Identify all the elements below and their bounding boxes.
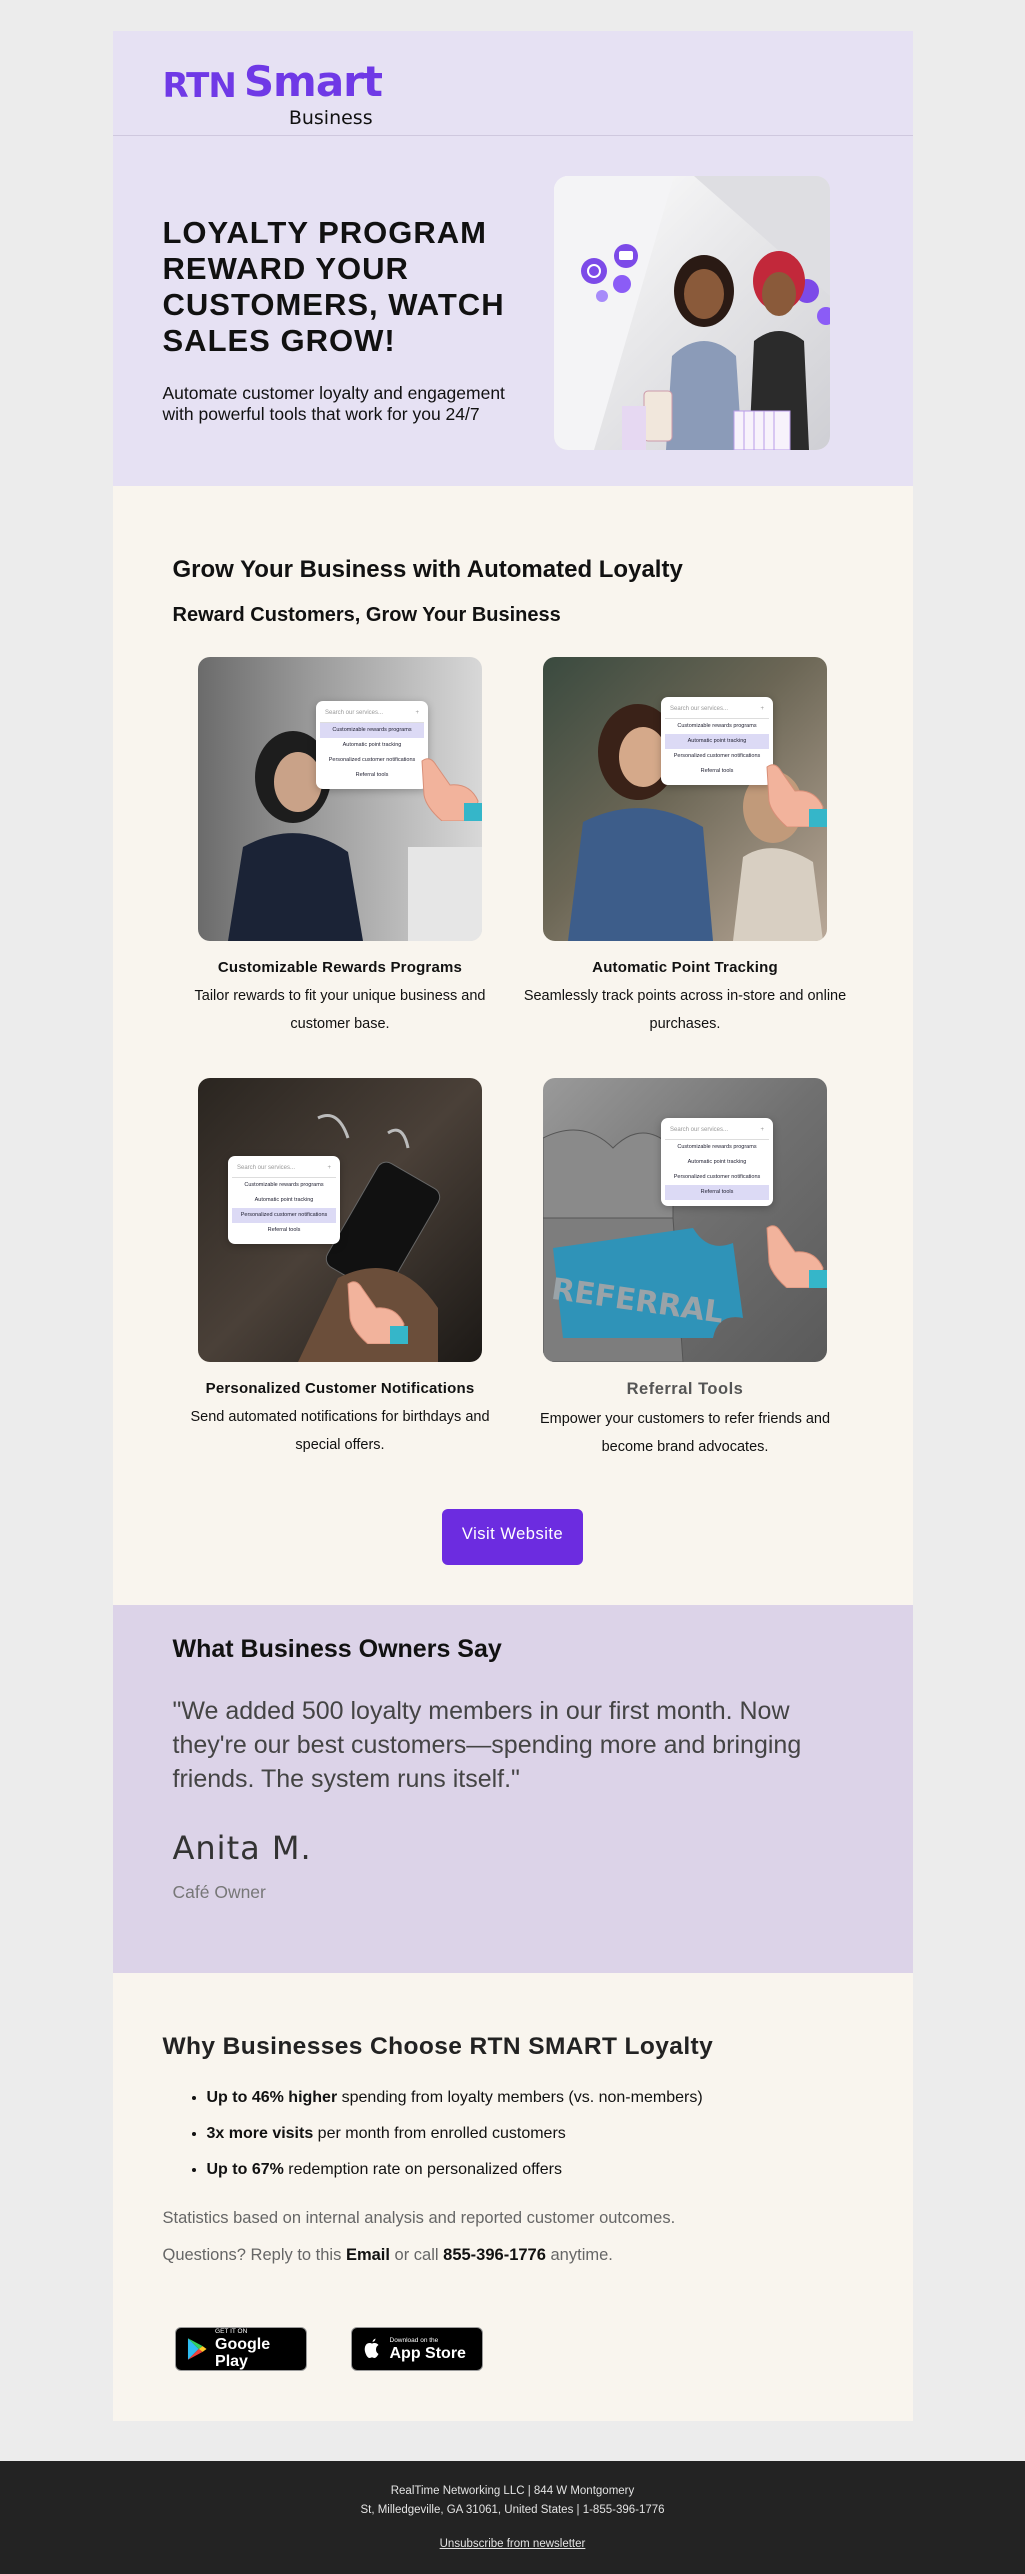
feature-desc: Tailor rewards to fit your unique busine… (194, 988, 486, 1032)
why-section: Why Businesses Choose RTN SMART Loyalty … (112, 1973, 913, 2421)
pointing-hand-icon (421, 758, 482, 821)
mock-item: Referral tools (665, 1185, 769, 1200)
mock-item: Customizable rewards programs (320, 723, 424, 738)
testimonial-quote: "We added 500 loyalty members in our fir… (172, 1697, 802, 1793)
footer-address-line2: St, Milledgeville, GA 31061, United Stat… (360, 2504, 665, 2516)
feature-card-rewards: Search our services... + Customizable rew… (168, 657, 513, 1038)
testimonial-author: Anita M. (172, 1829, 312, 1867)
mock-item: Automatic point tracking (254, 1197, 314, 1203)
feature-desc: Empower your customers to refer friends … (539, 1411, 831, 1455)
features-grid: Search our services... + Customizable rew… (168, 657, 913, 1501)
stat-item: Up to 67% redemption rate on personalize… (207, 2161, 913, 2179)
pointing-hand-icon (766, 764, 827, 827)
google-play-small-text: GET IT ON (215, 2328, 248, 2335)
mock-item: Personalized customer notifications (328, 757, 416, 763)
hero-title: LOYALTY PROGRAM REWARD YOUR CUSTOMERS, W… (162, 215, 505, 358)
email-link[interactable]: Email (346, 2246, 390, 2264)
feature-title: Referral Tools (626, 1380, 744, 1398)
hero-subtitle: Automate customer loyalty and engagement… (162, 383, 505, 424)
pointing-hand-icon (766, 1225, 827, 1288)
mock-search-text: Search our services... (325, 710, 384, 716)
google-play-icon (187, 2338, 207, 2360)
mock-item: Referral tools (700, 768, 734, 774)
contact-text: or call (389, 2246, 444, 2264)
features-subheading: Reward Customers, Grow Your Business (172, 604, 561, 626)
mock-search-text: Search our services... (670, 1127, 729, 1133)
google-play-badge[interactable]: GET IT ON Google Play (174, 2327, 307, 2371)
feature-card-notifications: Search our services... + Customizable rew… (168, 1078, 513, 1461)
feature-image-rewards: Search our services... + Customizable rew… (198, 657, 482, 941)
feature-title: Personalized Customer Notifications (205, 1380, 475, 1397)
plus-icon: + (760, 1127, 764, 1133)
logo-rtn-text: RTN (162, 66, 237, 106)
feature-title: Customizable Rewards Programs (217, 959, 463, 976)
visit-website-button[interactable]: Visit Website (442, 1509, 583, 1565)
logo-business-text: Business (288, 107, 373, 129)
feature-card-referral: REFERRAL Search our services... + Customi… (513, 1078, 858, 1461)
plus-icon: + (327, 1165, 331, 1171)
feature-image-referral: REFERRAL Search our services... + Customi… (543, 1078, 827, 1362)
why-heading: Why Businesses Choose RTN SMART Loyalty (162, 2033, 714, 2060)
unsubscribe-link[interactable]: Unsubscribe from newsletter (0, 2538, 1025, 2550)
app-store-badge[interactable]: Download on the App Store (350, 2327, 483, 2371)
features-section: Grow Your Business with Automated Loyalt… (112, 486, 913, 1605)
mock-item: Customizable rewards programs (677, 723, 757, 729)
stat-highlight: Up to 46% higher (206, 2089, 338, 2106)
app-store-badges: GET IT ON Google Play Download on the Ap… (174, 2327, 913, 2371)
stat-text: redemption rate on personalized offers (283, 2161, 562, 2178)
feature-title: Automatic Point Tracking (592, 959, 778, 976)
apple-icon (364, 2338, 378, 2358)
logo-smart-text: Smart Business (244, 61, 383, 130)
mock-item: Personalized customer notifications (673, 753, 761, 759)
mock-search-text: Search our services... (237, 1165, 296, 1171)
mock-item: Automatic point tracking (687, 1159, 747, 1165)
phone-link[interactable]: 855-396-1776 (443, 2246, 546, 2264)
testimonial-section: What Business Owners Say "We added 500 l… (112, 1605, 913, 1973)
feature-image-notifications: Search our services... + Customizable rew… (198, 1078, 482, 1362)
features-heading: Grow Your Business with Automated Loyalt… (172, 556, 683, 583)
cta-row: Visit Website (113, 1501, 913, 1585)
mock-search-text: Search our services... (670, 706, 729, 712)
mock-item: Customizable rewards programs (244, 1182, 324, 1188)
stat-item: Up to 46% higher spending from loyalty m… (207, 2089, 913, 2107)
stat-highlight: 3x more visits (206, 2125, 314, 2142)
mock-item: Referral tools (355, 772, 389, 778)
email-container: RTN Smart Business LOYALTY PROGRAM REWAR… (112, 31, 913, 2421)
mock-item: Customizable rewards programs (677, 1144, 757, 1150)
contact-text: anytime. (545, 2246, 613, 2264)
mock-item: Personalized customer notifications (673, 1174, 761, 1180)
feature-desc: Seamlessly track points across in-store … (523, 988, 847, 1032)
hero-image-shoppers (553, 176, 830, 450)
contact-line: Questions? Reply to this Email or call 8… (163, 2246, 913, 2265)
contact-text: Questions? Reply to this (162, 2246, 346, 2264)
stats-note: Statistics based on internal analysis an… (162, 2209, 676, 2227)
footer-address-line1: RealTime Networking LLC | 844 W Montgome… (390, 2485, 635, 2497)
hero-section: LOYALTY PROGRAM REWARD YOUR CUSTOMERS, W… (112, 136, 913, 486)
plus-icon: + (760, 706, 764, 712)
testimonial-heading: What Business Owners Say (172, 1635, 502, 1663)
app-store-small-text: Download on the (389, 2336, 439, 2344)
feature-image-point-tracking: Search our services... + Customizable rew… (543, 657, 827, 941)
feature-card-point-tracking: Search our services... + Customizable rew… (513, 657, 858, 1038)
email-header: RTN Smart Business (112, 31, 913, 136)
pointing-hand-icon (347, 1281, 408, 1344)
rtn-smart-logo: RTN Smart Business (162, 61, 913, 130)
mock-item: Automatic point tracking (342, 742, 402, 748)
app-store-big-text: App Store (389, 2344, 466, 2362)
stat-text: per month from enrolled customers (313, 2125, 566, 2142)
stats-list: Up to 46% higher spending from loyalty m… (207, 2089, 913, 2179)
mock-item: Referral tools (267, 1227, 301, 1233)
mock-item: Automatic point tracking (665, 734, 769, 749)
stat-item: 3x more visits per month from enrolled c… (207, 2125, 913, 2143)
email-footer: RealTime Networking LLC | 844 W Montgome… (0, 2461, 1025, 2574)
google-play-big-text: Google Play (215, 2336, 271, 2370)
stat-highlight: Up to 67% (206, 2161, 284, 2178)
services-menu-mock: Search our services... + Customizable rew… (661, 1118, 773, 1206)
mock-item: Personalized customer notifications (232, 1208, 336, 1223)
feature-desc: Send automated notifications for birthda… (190, 1409, 490, 1453)
services-menu-mock: Search our services... + Customizable rew… (228, 1156, 340, 1244)
stat-text: spending from loyalty members (vs. non-m… (337, 2089, 703, 2106)
plus-icon: + (415, 710, 419, 716)
testimonial-role: Café Owner (172, 1882, 266, 1902)
